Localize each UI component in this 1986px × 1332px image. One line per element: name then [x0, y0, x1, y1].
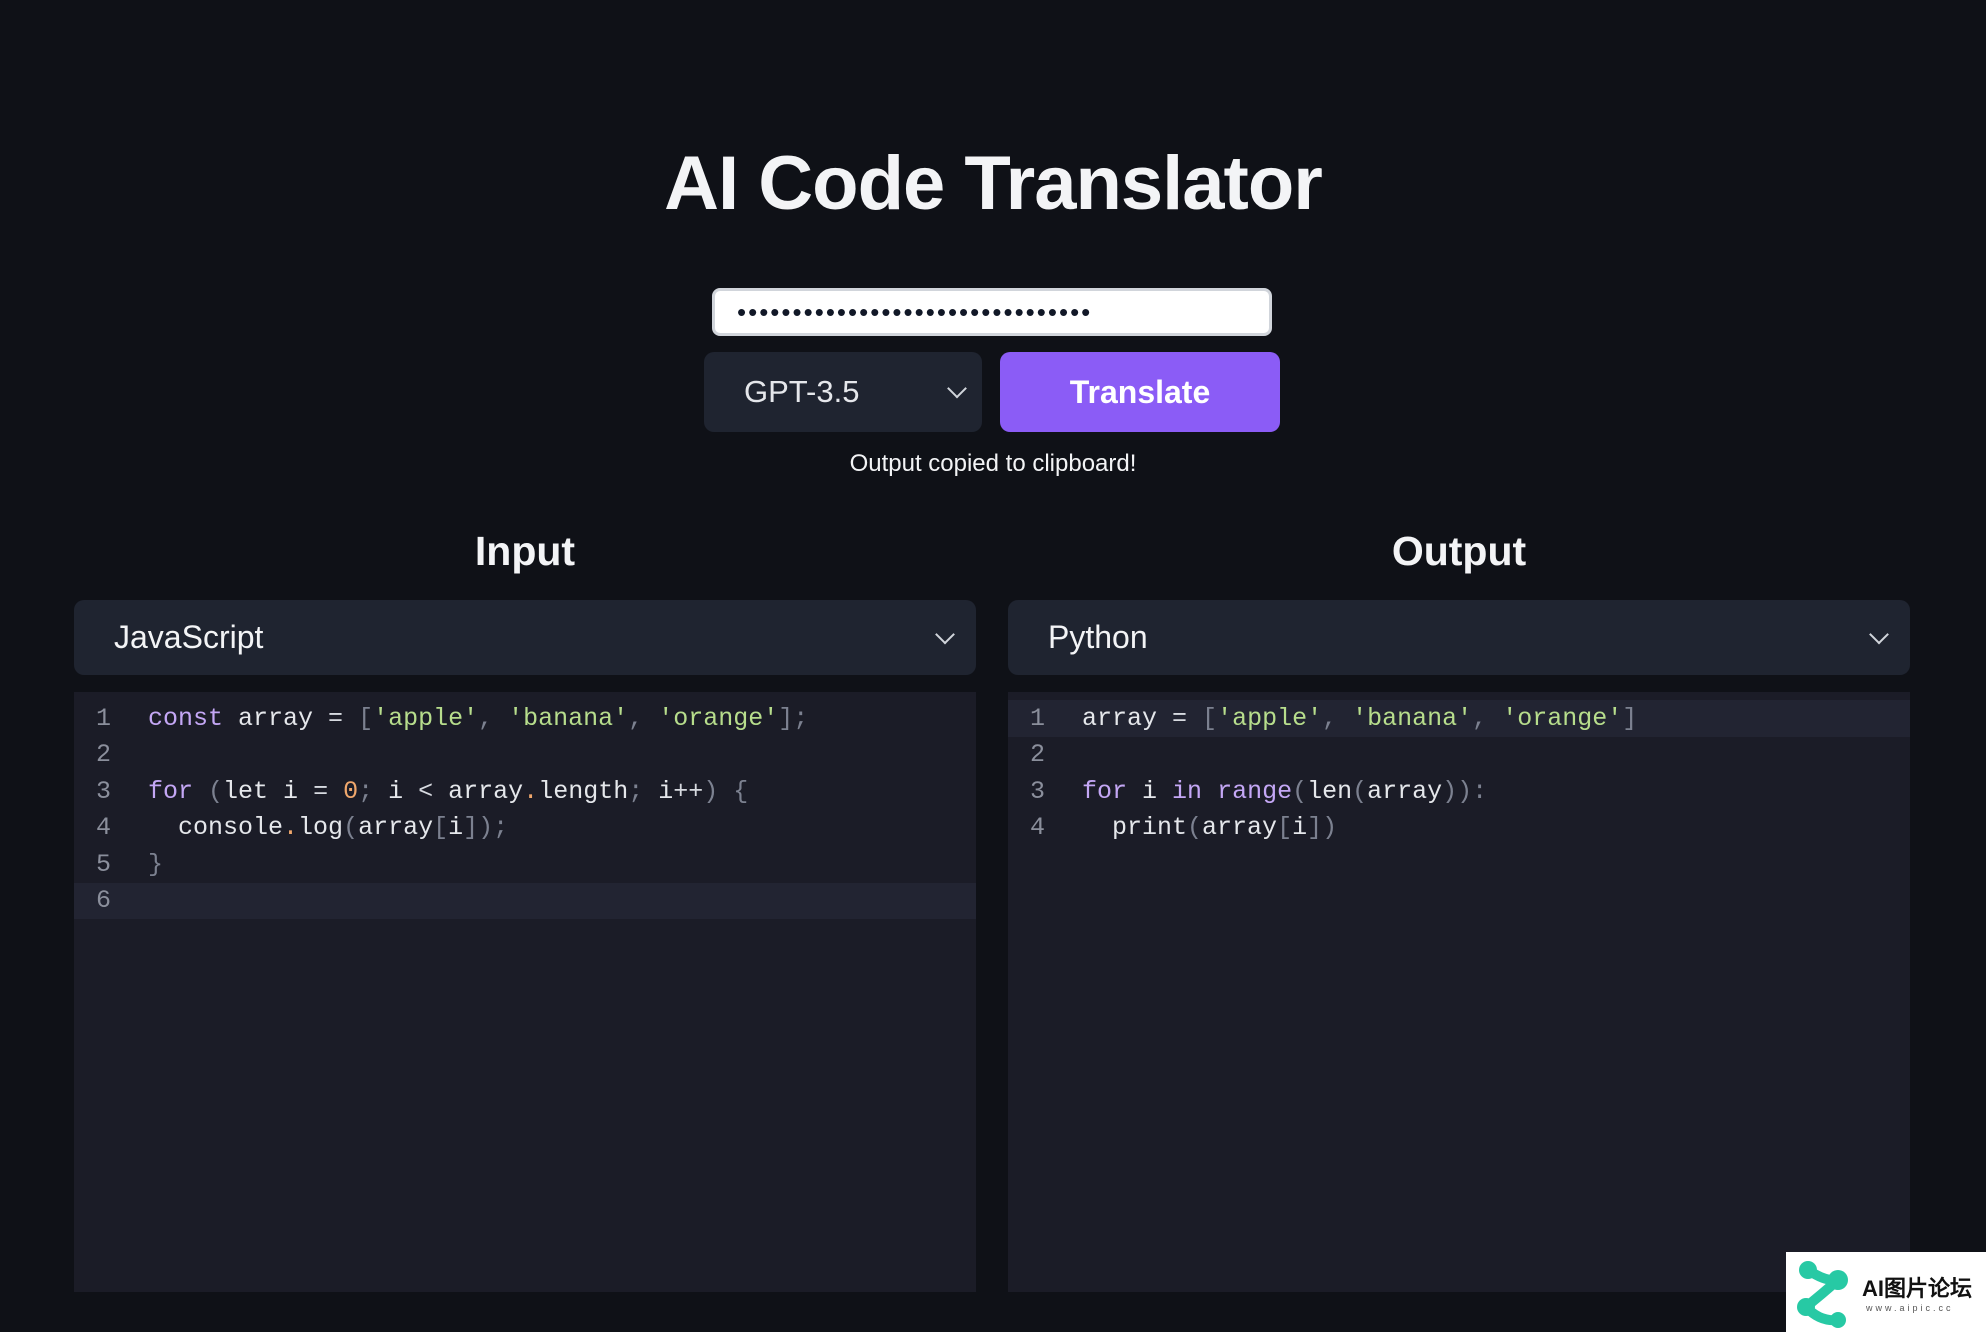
line-number: 1 [1029, 703, 1045, 733]
output-language-select[interactable]: Python [1008, 600, 1910, 675]
code-line-active: 6 [74, 882, 976, 919]
model-select[interactable]: GPT-3.5 [704, 352, 982, 432]
chevron-down-icon [935, 624, 955, 644]
watermark-text: AI图片论坛 [1862, 1276, 1973, 1301]
model-select-value: GPT-3.5 [744, 374, 860, 409]
page-title: AI Code Translator [664, 141, 1323, 226]
line-number: 3 [1029, 776, 1045, 806]
line-number: 1 [95, 703, 111, 733]
watermark-url: www.aipic.cc [1866, 1303, 1954, 1313]
chevron-down-icon [947, 378, 967, 399]
code-line-active: 1 array = ['apple', 'banana', 'orange'] [1008, 700, 1910, 737]
input-code-editor[interactable]: 1 const array = ['apple', 'banana', 'oran… [74, 692, 976, 1292]
input-language-select[interactable]: JavaScript [74, 600, 976, 675]
code-line: 4 console.log(array[i]); [74, 810, 976, 847]
translate-button[interactable]: Translate [1000, 352, 1280, 432]
line-number: 2 [1029, 740, 1045, 770]
input-language-value: JavaScript [114, 619, 264, 655]
output-heading: Output [1391, 528, 1527, 574]
code-line: 4 print(array[i]) [1008, 810, 1910, 847]
watermark-badge: AI图片论坛 www.aipic.cc [1786, 1252, 1986, 1332]
chevron-down-icon [1869, 624, 1889, 644]
code-line: 5} [74, 846, 976, 883]
input-heading: Input [474, 528, 576, 574]
api-key-input[interactable] [712, 288, 1272, 336]
code-line: 1 const array = ['apple', 'banana', 'oran… [74, 700, 976, 737]
code-line: 3 for i in range(len(array)): [1008, 773, 1910, 810]
output-code-editor[interactable]: 1 array = ['apple', 'banana', 'orange'] 2… [1008, 692, 1910, 1292]
line-number: 2 [95, 740, 111, 770]
line-number: 5 [95, 849, 111, 879]
status-message: Output copied to clipboard! [849, 450, 1137, 477]
code-line: 2 [1008, 737, 1910, 774]
line-number: 3 [95, 776, 111, 806]
network-logo-icon [1797, 1261, 1848, 1328]
output-language-value: Python [1048, 619, 1148, 655]
code-line: 3 for (let i = 0; i < array.length; i++) … [74, 773, 976, 810]
line-number: 4 [1029, 813, 1045, 843]
line-number: 4 [95, 813, 111, 843]
line-number: 6 [95, 886, 111, 916]
code-line: 2 [74, 737, 976, 774]
